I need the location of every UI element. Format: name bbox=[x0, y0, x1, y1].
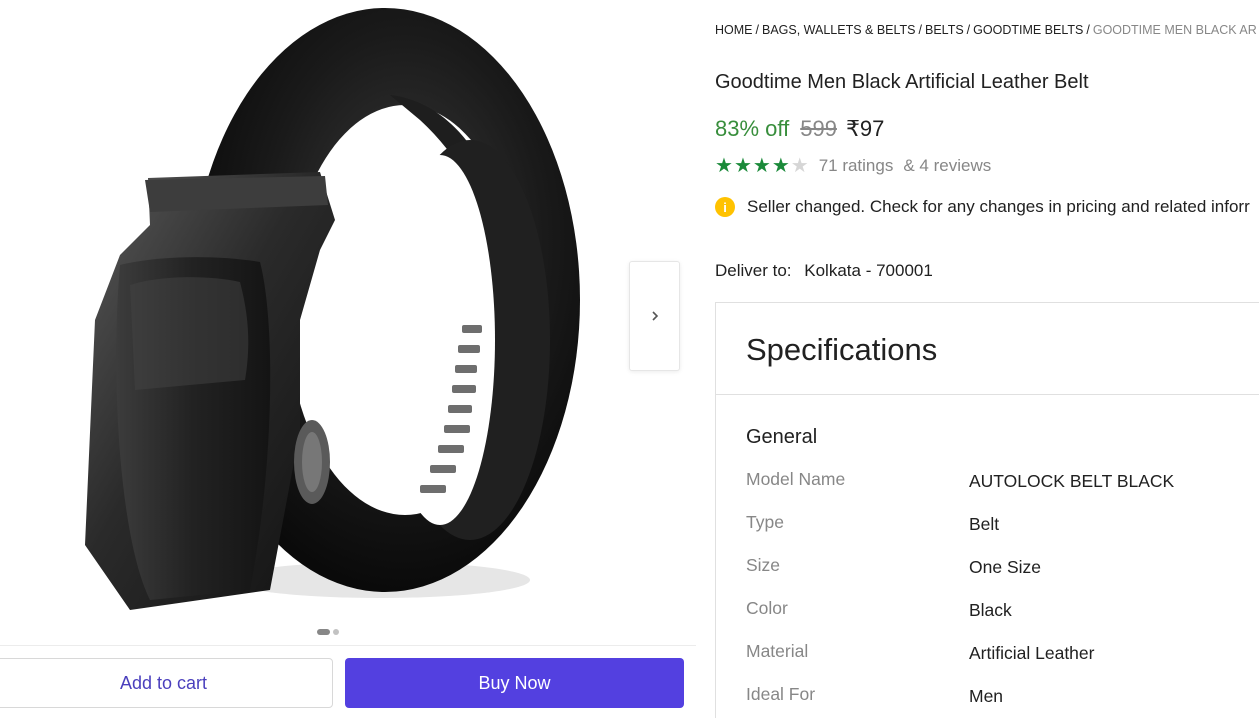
spec-value: AUTOLOCK BELT BLACK bbox=[969, 471, 1175, 491]
pagination-dot-active[interactable] bbox=[317, 629, 330, 635]
spec-key: Material bbox=[746, 641, 809, 661]
specifications-title: Specifications bbox=[746, 332, 938, 367]
spec-value: One Size bbox=[969, 557, 1041, 577]
spec-key: Color bbox=[746, 598, 788, 618]
star-filled-icon: ★ bbox=[752, 155, 771, 177]
spec-value: Men bbox=[969, 686, 1004, 706]
product-title: Goodtime Men Black Artificial Leather Be… bbox=[715, 71, 1089, 93]
deliver-label: Deliver to: bbox=[715, 261, 792, 280]
breadcrumb-item-belts[interactable]: BELTS bbox=[925, 23, 964, 37]
spec-row: Color Black bbox=[746, 596, 1246, 639]
specifications-header: Specifications bbox=[716, 303, 1259, 395]
ratings-count: 71 ratings bbox=[818, 156, 894, 175]
star-rating: ★ ★ ★ ★ ★ bbox=[715, 156, 809, 176]
product-gallery: Add to cart Buy Now bbox=[0, 0, 700, 718]
spec-row: Ideal For Men bbox=[746, 682, 1246, 718]
star-empty-icon: ★ bbox=[790, 155, 809, 177]
spec-group-title: General bbox=[746, 426, 818, 448]
info-icon: i bbox=[715, 197, 735, 217]
selling-price: ₹97 bbox=[845, 116, 885, 141]
deliver-location: Kolkata - 700001 bbox=[804, 261, 933, 280]
breadcrumb-item-goodtime[interactable]: GOODTIME BELTS bbox=[973, 23, 1083, 37]
spec-key: Size bbox=[746, 555, 781, 575]
rating-row[interactable]: ★ ★ ★ ★ ★ 71 ratings & 4 reviews bbox=[715, 156, 991, 176]
spec-value: Black bbox=[969, 600, 1012, 620]
chevron-right-icon bbox=[651, 311, 658, 321]
breadcrumb-separator: / bbox=[966, 23, 971, 37]
spec-value: Belt bbox=[969, 514, 1000, 534]
spec-row: Size One Size bbox=[746, 553, 1246, 596]
image-pagination-dots bbox=[317, 629, 339, 635]
spec-row: Material Artificial Leather bbox=[746, 639, 1246, 682]
breadcrumb-item-home[interactable]: HOME bbox=[715, 23, 753, 37]
spec-row: Model Name AUTOLOCK BELT BLACK bbox=[746, 467, 1246, 510]
buy-now-button[interactable]: Buy Now bbox=[345, 658, 684, 708]
price-row: 83% off 599 ₹97 bbox=[715, 116, 884, 142]
breadcrumb: HOME / BAGS, WALLETS & BELTS / BELTS / GOODTIM… bbox=[715, 23, 1257, 37]
product-image bbox=[85, 8, 580, 610]
spec-key: Model Name bbox=[746, 469, 846, 489]
reviews-count: & 4 reviews bbox=[903, 156, 992, 175]
spec-value: Artificial Leather bbox=[969, 643, 1095, 663]
delivery-location[interactable]: Deliver to: Kolkata - 700001 bbox=[715, 261, 933, 281]
notice-text: Seller changed. Check for any changes in… bbox=[747, 197, 1250, 216]
next-image-button[interactable] bbox=[629, 261, 680, 371]
spec-key: Ideal For bbox=[746, 684, 816, 704]
star-filled-icon: ★ bbox=[715, 155, 733, 177]
spec-row: Type Belt bbox=[746, 510, 1246, 553]
original-price: 599 bbox=[800, 116, 837, 141]
spec-key: Type bbox=[746, 512, 784, 532]
action-bar: Add to cart Buy Now bbox=[0, 645, 696, 718]
breadcrumb-separator: / bbox=[1086, 23, 1090, 37]
seller-notice: i Seller changed. Check for any changes … bbox=[715, 197, 1250, 217]
star-filled-icon: ★ bbox=[733, 155, 752, 177]
breadcrumb-separator: / bbox=[755, 23, 759, 37]
breadcrumb-separator: / bbox=[918, 23, 922, 37]
discount-badge: 83% off bbox=[715, 116, 790, 141]
specifications-panel: Specifications General Model Name AUTOLO… bbox=[715, 302, 1259, 718]
breadcrumb-current: GOODTIME MEN BLACK AR bbox=[1092, 23, 1257, 37]
star-filled-icon: ★ bbox=[771, 155, 790, 177]
pagination-dot[interactable] bbox=[333, 629, 339, 635]
spec-table: Model Name AUTOLOCK BELT BLACK Type Belt… bbox=[746, 467, 1246, 718]
add-to-cart-button[interactable]: Add to cart bbox=[0, 658, 333, 708]
product-details: HOME / BAGS, WALLETS & BELTS / BELTS / GOODTIM… bbox=[715, 0, 1259, 718]
breadcrumb-item-bags[interactable]: BAGS, WALLETS & BELTS bbox=[762, 23, 916, 37]
